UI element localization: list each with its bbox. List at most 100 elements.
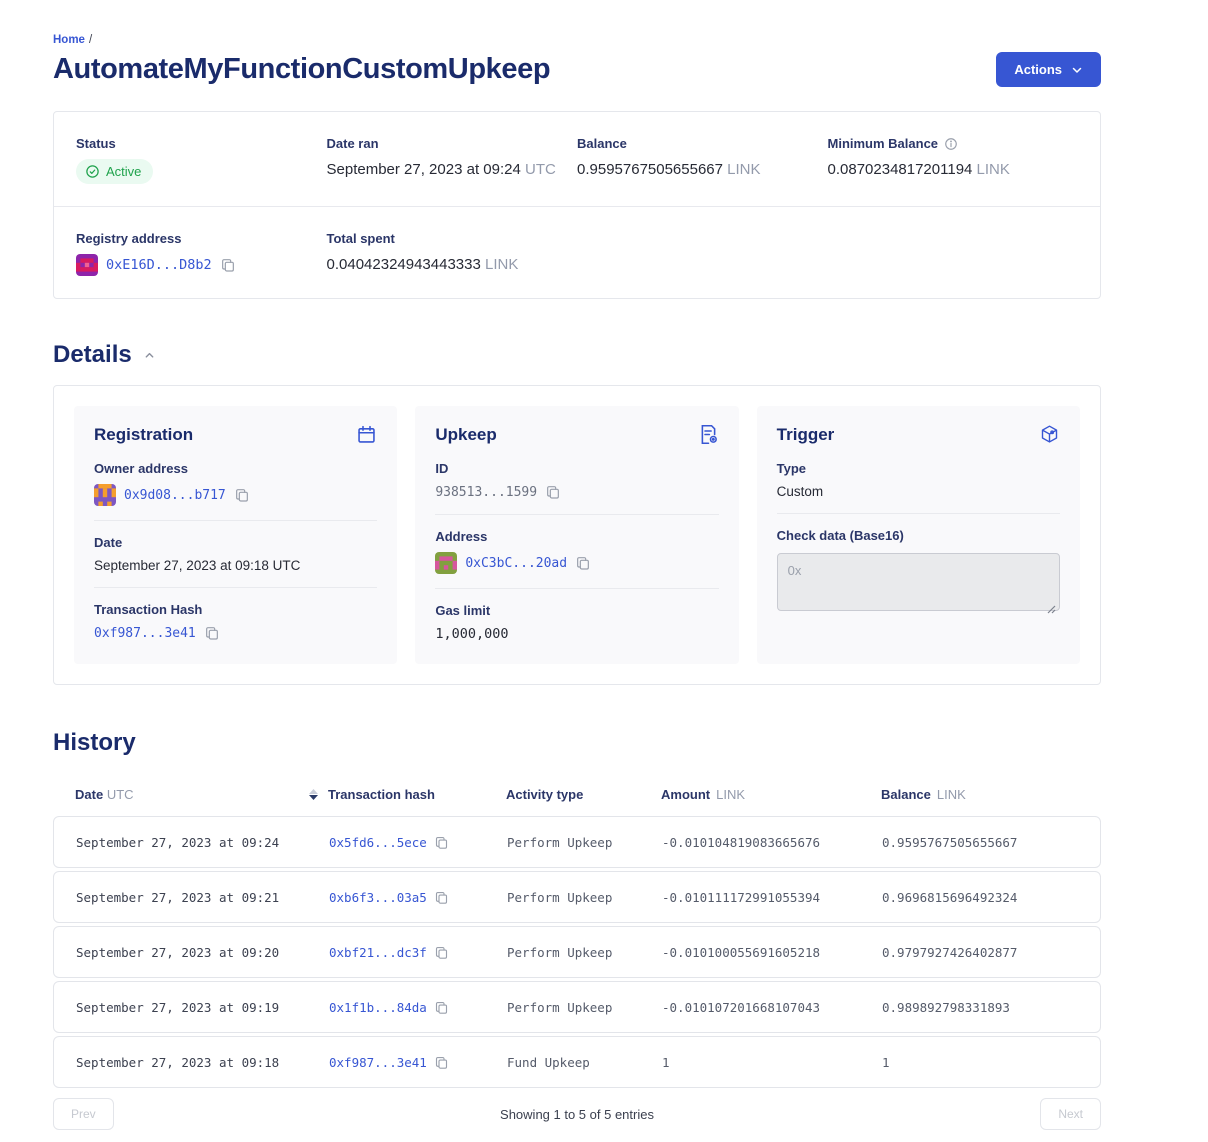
owner-address-label: Owner address (94, 461, 377, 476)
balance-label: Balance (577, 136, 828, 151)
actions-button-label: Actions (1014, 62, 1062, 77)
upkeep-id-field: ID 938513...1599 (435, 461, 718, 500)
balance: 0.989892798331893 (882, 1000, 1078, 1015)
check-data-field: Check data (Base16) (777, 513, 1060, 616)
chevron-up-icon (144, 350, 155, 361)
copy-icon[interactable] (220, 257, 236, 273)
actions-button[interactable]: Actions (996, 52, 1101, 87)
copy-icon[interactable] (434, 945, 449, 960)
check-data-textarea (777, 553, 1060, 611)
registration-date-field: Date September 27, 2023 at 09:18 UTC (94, 520, 377, 573)
check-data-label: Check data (Base16) (777, 528, 1060, 543)
copy-icon[interactable] (545, 484, 561, 500)
amount: -0.010111172991055394 (662, 890, 882, 905)
copy-icon[interactable] (434, 1055, 449, 1070)
owner-address-field: Owner address 0x9d08...b717 (94, 461, 377, 506)
tx-hash-link[interactable]: 0x5fd6...5ece (329, 835, 427, 850)
breadcrumb: Home / (53, 34, 1101, 46)
balance: 0.9595767505655667 (882, 835, 1078, 850)
trigger-type-field: Type Custom (777, 461, 1060, 499)
calendar-icon (356, 424, 377, 445)
registration-date-label: Date (94, 535, 377, 550)
pagination: Prev Showing 1 to 5 of 5 entries Next (53, 1098, 1101, 1142)
check-circle-icon (85, 164, 100, 179)
upkeep-id-label: ID (435, 461, 718, 476)
min-balance-label: Minimum Balance (828, 136, 939, 151)
tx-hash-link[interactable]: 0xb6f3...03a5 (329, 890, 427, 905)
owner-address-link[interactable]: 0x9d08...b717 (124, 488, 226, 503)
total-spent-field: Total spent 0.04042324943443333 LINK (327, 231, 578, 276)
page-title: AutomateMyFunctionCustomUpkeep (53, 53, 550, 86)
row-date: September 27, 2023 at 09:18 (76, 1055, 329, 1070)
status-field: Status Active (76, 136, 327, 184)
activity-type: Perform Upkeep (507, 1000, 662, 1015)
copy-icon[interactable] (234, 487, 250, 503)
copy-icon[interactable] (575, 555, 591, 571)
trigger-type-value: Custom (777, 484, 1060, 499)
upkeep-avatar (435, 552, 457, 574)
activity-type: Perform Upkeep (507, 835, 662, 850)
gas-limit-label: Gas limit (435, 603, 718, 618)
breadcrumb-home-link[interactable]: Home (53, 34, 85, 46)
prev-button[interactable]: Prev (53, 1098, 114, 1130)
date-ran-label: Date ran (327, 136, 578, 151)
copy-icon[interactable] (434, 1000, 449, 1015)
balance: 0.9797927426402877 (882, 945, 1078, 960)
copy-icon[interactable] (434, 835, 449, 850)
registry-address-link[interactable]: 0xE16D...D8b2 (106, 257, 212, 273)
column-header-balance[interactable]: Balance LINK (881, 787, 1079, 802)
tx-hash-link[interactable]: 0x1f1b...84da (329, 1000, 427, 1015)
history-table: Date UTC Transaction hash Activity type … (53, 779, 1101, 1142)
upkeep-id-value: 938513...1599 (435, 485, 537, 500)
registration-card: Registration Owner address 0x9d08...b717 (74, 406, 397, 664)
next-button[interactable]: Next (1040, 1098, 1101, 1130)
breadcrumb-separator: / (89, 34, 92, 46)
details-collapse-caret[interactable] (142, 348, 157, 363)
gas-limit-field: Gas limit 1,000,000 (435, 588, 718, 642)
table-row: September 27, 2023 at 09:24 0x5fd6...5ec… (53, 816, 1101, 868)
table-row: September 27, 2023 at 09:20 0xbf21...dc3… (53, 926, 1101, 978)
upkeep-card-title: Upkeep (435, 425, 496, 445)
row-date: September 27, 2023 at 09:20 (76, 945, 329, 960)
column-header-amount[interactable]: Amount LINK (661, 787, 881, 802)
amount: -0.010104819083665676 (662, 835, 882, 850)
summary-card: Status Active Date ran September 27, 202… (53, 111, 1101, 299)
row-date: September 27, 2023 at 09:24 (76, 835, 329, 850)
registration-date-value: September 27, 2023 at 09:18 UTC (94, 558, 377, 573)
amount: 1 (662, 1055, 882, 1070)
column-header-activity-type[interactable]: Activity type (506, 787, 661, 802)
copy-icon[interactable] (204, 625, 220, 641)
min-balance-unit: LINK (977, 161, 1010, 178)
total-spent-value: 0.04042324943443333 (327, 256, 481, 273)
amount: -0.010107201668107043 (662, 1000, 882, 1015)
owner-avatar (94, 484, 116, 506)
tx-hash-link[interactable]: 0xf987...3e41 (329, 1055, 427, 1070)
activity-type: Fund Upkeep (507, 1055, 662, 1070)
registry-address-field: Registry address 0xE16D...D8b2 (76, 231, 327, 276)
document-gear-icon (698, 424, 719, 445)
balance-field: Balance 0.9595767505655667 LINK (577, 136, 828, 184)
row-date: September 27, 2023 at 09:21 (76, 890, 329, 905)
transaction-hash-link[interactable]: 0xf987...3e41 (94, 626, 196, 641)
upkeep-address-link[interactable]: 0xC3bC...20ad (465, 556, 567, 571)
column-header-date[interactable]: Date UTC (75, 787, 328, 802)
date-ran-suffix: UTC (525, 161, 556, 178)
copy-icon[interactable] (434, 890, 449, 905)
upkeep-detail-page: Home / AutomateMyFunctionCustomUpkeep Act… (53, 0, 1101, 1142)
balance: 0.9696815696492324 (882, 890, 1078, 905)
upkeep-card: Upkeep ID 938513...1599 Address (415, 406, 738, 664)
tx-hash-link[interactable]: 0xbf21...dc3f (329, 945, 427, 960)
sort-icon (309, 789, 318, 800)
balance-value: 0.9595767505655667 (577, 161, 723, 178)
registry-avatar (76, 254, 98, 276)
column-header-transaction-hash[interactable]: Transaction hash (328, 787, 506, 802)
activity-type: Perform Upkeep (507, 945, 662, 960)
registry-address-label: Registry address (76, 231, 327, 246)
status-label: Status (76, 136, 327, 151)
details-heading: Details (53, 341, 1101, 369)
details-box: Registration Owner address 0x9d08...b717 (53, 385, 1101, 685)
table-row: September 27, 2023 at 09:18 0xf987...3e4… (53, 1036, 1101, 1088)
info-icon[interactable] (944, 137, 958, 151)
balance: 1 (882, 1055, 1078, 1070)
date-ran-value: September 27, 2023 at 09:24 (327, 161, 521, 178)
